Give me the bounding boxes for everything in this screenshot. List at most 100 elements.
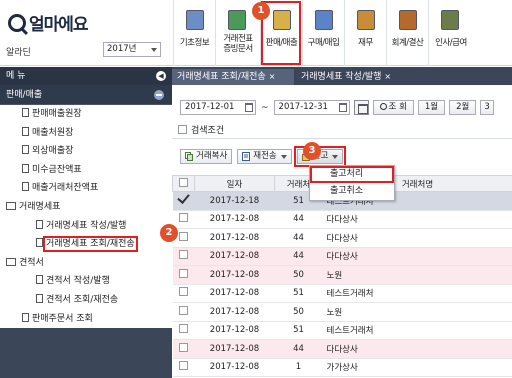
resend-button[interactable]: 재전송 <box>237 149 292 164</box>
menu-item-basic-info[interactable]: 기초정보 <box>173 0 215 66</box>
sidebar-item[interactable]: 미수금잔액표 <box>0 161 172 180</box>
month-3-button[interactable]: 3 <box>480 100 494 115</box>
sidebar-item[interactable]: 견적서 <box>0 254 172 273</box>
menu-item-cancel-shipment[interactable]: 출고취소 <box>310 183 394 200</box>
row-select-cell[interactable] <box>172 339 195 359</box>
menu-item-process-shipment[interactable]: 출고처리 <box>310 166 394 183</box>
collapse-sidebar-icon[interactable]: ◀ <box>156 71 166 81</box>
document-icon <box>22 163 29 173</box>
row-checkbox[interactable] <box>179 213 188 223</box>
row-checkbox[interactable] <box>179 305 188 315</box>
row-select-cell[interactable] <box>172 265 195 285</box>
copy-transaction-button[interactable]: 거래복사 <box>180 149 233 164</box>
row-checkbox[interactable] <box>179 231 188 241</box>
table-row[interactable]: 2017-12-08 44 다다상사 <box>172 228 512 248</box>
tab-statement-create[interactable]: 거래명세표 작성/발행 × <box>296 69 408 85</box>
row-checkbox[interactable] <box>179 361 188 371</box>
tab-statement-inquiry[interactable]: 거래명세표 조회/재전송 × <box>172 69 294 85</box>
sidebar-item[interactable]: 매출처원장 <box>0 124 172 143</box>
menu-item-finance[interactable]: 재무 <box>344 0 386 66</box>
table-row[interactable]: 2017-12-08 51 테스트거래처 <box>172 284 512 303</box>
client-name-cell: 테스트거래처 <box>322 284 512 303</box>
date-filter: 2017-12-01 ~ 2017-12-31 조 회 1월 2월 3 <box>180 100 494 115</box>
row-checkbox[interactable] <box>179 268 188 278</box>
app-logo[interactable]: 얼마에요 <box>8 10 89 35</box>
select-all-checkbox[interactable] <box>179 177 188 187</box>
date-cell: 2017-12-08 <box>194 265 275 285</box>
table-row[interactable]: 2017-12-08 51 테스트거래처 <box>172 321 512 340</box>
calendar-icon[interactable] <box>245 103 253 112</box>
row-checkbox[interactable] <box>179 287 188 297</box>
table-row[interactable]: 2017-12-08 44 다다상사 <box>172 247 512 266</box>
sidebar-item-label: 매출거래처잔액표 <box>32 183 99 194</box>
voucher-icon <box>228 10 246 30</box>
row-select-cell[interactable] <box>172 358 195 377</box>
client-code-cell: 51 <box>274 321 323 340</box>
select-all-header[interactable] <box>172 175 195 192</box>
chevron-down-icon <box>332 154 339 159</box>
row-select-cell[interactable] <box>172 302 195 322</box>
close-tab-icon[interactable]: × <box>269 72 276 81</box>
row-checkbox[interactable] <box>179 250 188 260</box>
month-1-button[interactable]: 1월 <box>417 100 446 115</box>
sidebar-item[interactable]: 거래명세표 조회/재전송 <box>0 235 172 254</box>
row-checkbox[interactable] <box>179 324 188 334</box>
sidebar-item-label: 견적서 조회/재전송 <box>46 294 119 305</box>
document-icon <box>22 108 29 117</box>
table-row[interactable]: 2017-12-08 50 노원 <box>172 265 512 285</box>
checkmark-icon[interactable] <box>178 193 190 205</box>
row-select-cell[interactable] <box>172 210 195 229</box>
menu-item-accounting[interactable]: 회계/결산 <box>386 0 428 66</box>
month-2-button[interactable]: 2월 <box>449 100 477 115</box>
sidebar-item[interactable]: 견적서 작성/발행 <box>0 272 172 291</box>
collapse-section-icon[interactable] <box>154 90 164 100</box>
table-row[interactable]: 2017-12-08 44 다다상사 <box>172 210 512 229</box>
column-header-date[interactable]: 일자 <box>194 175 275 192</box>
sidebar-section-sales[interactable]: 판매/매출 <box>0 85 172 105</box>
row-checkbox[interactable] <box>179 342 188 352</box>
client-code-cell: 44 <box>274 228 323 248</box>
folder-icon <box>6 257 16 266</box>
search-button[interactable]: 조 회 <box>372 100 414 115</box>
sidebar-item[interactable]: 거래명세표 작성/발행 <box>0 217 172 236</box>
sidebar-item[interactable]: 외상매출장 <box>0 142 172 161</box>
row-select-cell[interactable] <box>172 191 195 211</box>
date-from-input[interactable]: 2017-12-01 <box>180 100 256 115</box>
year-value: 2017년 <box>107 44 137 54</box>
date-to-input[interactable]: 2017-12-31 <box>273 100 350 115</box>
sidebar-item[interactable]: 견적서 조회/재전송 <box>0 291 172 310</box>
menu-item-purchase[interactable]: 구매/매입 <box>302 0 344 66</box>
sidebar-item-label: 판매주문서 조회 <box>32 313 93 324</box>
calendar-picker-button[interactable] <box>353 100 369 115</box>
sidebar-header: 메 뉴 ◀ <box>0 67 172 85</box>
step-badge-1: 1 <box>252 2 270 20</box>
row-select-cell[interactable] <box>172 321 195 340</box>
menu-item-label: 기초정보 <box>179 38 210 48</box>
row-select-cell[interactable] <box>172 247 195 266</box>
menu-item-hr[interactable]: 인사/급여 <box>428 0 473 66</box>
sidebar-item[interactable]: 판매매출원장 <box>0 105 172 124</box>
sidebar-item[interactable]: 거래명세표 <box>0 198 172 217</box>
document-icon <box>36 275 43 285</box>
table-row[interactable]: 2017-12-08 50 노원 <box>172 302 512 322</box>
close-tab-icon[interactable]: × <box>384 72 391 81</box>
step-badge-2: 2 <box>160 224 178 242</box>
search-conditions-checkbox[interactable] <box>178 125 187 134</box>
sidebar-item-label: 외상매출장 <box>32 146 74 157</box>
search-label: 조 회 <box>388 102 407 112</box>
calendar-icon[interactable] <box>338 103 347 112</box>
document-icon <box>22 126 29 136</box>
table-row[interactable]: 2017-12-08 1 가가상사 <box>172 358 512 377</box>
sidebar-item[interactable]: 판매주문서 조회 <box>0 310 172 329</box>
year-select[interactable]: 2017년 <box>103 42 161 57</box>
main-content: 2017-12-01 ~ 2017-12-31 조 회 1월 2월 3 검색조건… <box>172 85 512 378</box>
client-code-cell: 44 <box>274 210 323 229</box>
date-cell: 2017-12-08 <box>194 247 275 266</box>
resend-label: 재전송 <box>253 151 277 161</box>
search-conditions-toggle[interactable]: 검색조건 <box>178 123 224 136</box>
sidebar-item[interactable]: 매출거래처잔액표 <box>0 179 172 198</box>
sales-icon <box>273 10 291 30</box>
document-icon <box>22 182 29 192</box>
row-select-cell[interactable] <box>172 284 195 303</box>
table-row[interactable]: 2017-12-08 44 다다상사 <box>172 339 512 359</box>
